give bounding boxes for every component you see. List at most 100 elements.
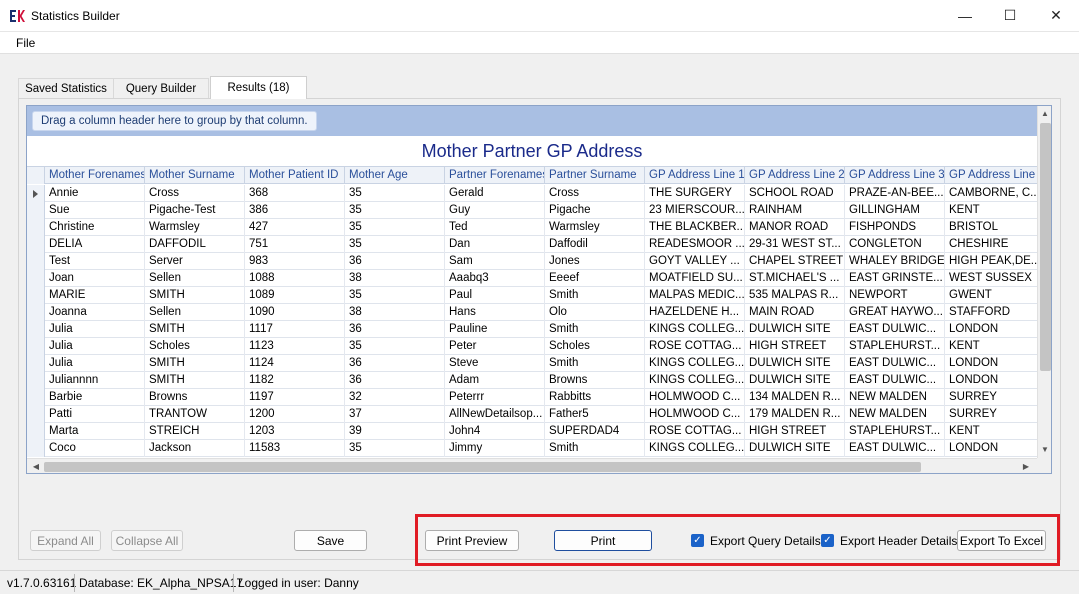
table-cell[interactable]: STAFFORD [945,304,1045,321]
table-cell[interactable]: 427 [245,219,345,236]
row-selector[interactable] [27,355,45,372]
column-header[interactable]: Mother Forenames [45,167,145,184]
table-cell[interactable]: RAINHAM [745,202,845,219]
column-header[interactable]: Partner Forenames [445,167,545,184]
table-cell[interactable]: 1200 [245,406,345,423]
row-selector[interactable] [27,304,45,321]
table-cell[interactable]: Sam [445,253,545,270]
table-cell[interactable]: 1090 [245,304,345,321]
table-cell[interactable]: HIGH STREET [745,423,845,440]
table-cell[interactable]: Pigache-Test [145,202,245,219]
table-cell[interactable]: 983 [245,253,345,270]
table-cell[interactable]: Aaabq3 [445,270,545,287]
horizontal-scroll-thumb[interactable] [44,462,921,472]
column-header[interactable]: Partner Surname [545,167,645,184]
table-cell[interactable]: LONDON [945,372,1045,389]
table-row[interactable]: Annie Cross 368 35 Gerald Cross THE SURGERY SCH… [27,185,1045,202]
table-cell[interactable]: EAST DULWIC... [845,321,945,338]
tab-saved-statistics[interactable]: Saved Statistics [18,78,114,98]
table-cell[interactable]: TRANTOW [145,406,245,423]
expand-all-button[interactable]: Expand All [30,530,101,551]
table-cell[interactable]: GREAT HAYWO... [845,304,945,321]
table-cell[interactable]: SURREY [945,406,1045,423]
table-cell[interactable]: Peter [445,338,545,355]
tab-results[interactable]: Results (18) [210,76,307,99]
table-cell[interactable]: WEST SUSSEX [945,270,1045,287]
table-cell[interactable]: KENT [945,338,1045,355]
group-by-panel[interactable]: Drag a column header here to group by th… [27,106,1037,136]
table-cell[interactable]: 39 [345,423,445,440]
table-cell[interactable]: ROSE COTTAG... [645,423,745,440]
table-cell[interactable]: GOYT VALLEY ... [645,253,745,270]
table-cell[interactable]: 36 [345,253,445,270]
table-cell[interactable]: 35 [345,219,445,236]
table-row[interactable]: Patti TRANTOW 1200 37 AllNewDetailsop... Fath… [27,406,1045,423]
table-row[interactable]: DELIA DAFFODIL 751 35 Dan Daffodil READESMOOR … [27,236,1045,253]
table-cell[interactable]: Sellen [145,304,245,321]
table-cell[interactable]: 36 [345,355,445,372]
table-row[interactable]: Test Server 983 36 Sam Jones GOYT VALLEY ... CH… [27,253,1045,270]
table-cell[interactable]: 35 [345,236,445,253]
table-cell[interactable]: 179 MALDEN R... [745,406,845,423]
table-cell[interactable]: 23 MIERSCOUR... [645,202,745,219]
table-cell[interactable]: Joan [45,270,145,287]
table-cell[interactable]: Julia [45,355,145,372]
table-cell[interactable]: Dan [445,236,545,253]
table-cell[interactable]: 751 [245,236,345,253]
table-row[interactable]: Juliannnn SMITH 1182 36 Adam Browns KINGS COLL… [27,372,1045,389]
table-cell[interactable]: WHALEY BRIDGE [845,253,945,270]
table-cell[interactable]: John4 [445,423,545,440]
table-cell[interactable]: 1203 [245,423,345,440]
table-cell[interactable]: 386 [245,202,345,219]
table-cell[interactable]: 368 [245,185,345,202]
column-header[interactable]: Mother Patient ID [245,167,345,184]
table-cell[interactable]: CHAPEL STREET [745,253,845,270]
table-row[interactable]: Julia SMITH 1117 36 Pauline Smith KINGS COLLEG… [27,321,1045,338]
table-cell[interactable]: Marta [45,423,145,440]
table-cell[interactable]: GILLINGHAM [845,202,945,219]
table-cell[interactable]: Guy [445,202,545,219]
table-cell[interactable]: Peterrr [445,389,545,406]
row-selector[interactable] [27,372,45,389]
table-cell[interactable]: 134 MALDEN R... [745,389,845,406]
horizontal-scrollbar[interactable]: ◀ ▶ [27,458,1037,473]
table-cell[interactable]: Sue [45,202,145,219]
table-row[interactable]: Barbie Browns 1197 32 Peterrr Rabbitts HOLMWOO… [27,389,1045,406]
table-cell[interactable]: 37 [345,406,445,423]
column-header[interactable]: GP Address Line 1 [645,167,745,184]
scroll-down-icon[interactable]: ▼ [1038,443,1051,457]
table-cell[interactable]: 35 [345,202,445,219]
table-row[interactable]: Coco Jackson 11583 35 Jimmy Smith KINGS COLLEG… [27,440,1045,457]
table-cell[interactable]: MOATFIELD SU... [645,270,745,287]
table-cell[interactable]: 35 [345,185,445,202]
table-cell[interactable]: Browns [145,389,245,406]
table-cell[interactable]: Barbie [45,389,145,406]
row-selector[interactable] [27,253,45,270]
table-cell[interactable]: Smith [545,321,645,338]
table-cell[interactable]: KINGS COLLEG... [645,372,745,389]
table-row[interactable]: Joan Sellen 1088 38 Aaabq3 Eeeef MOATFIELD SU.… [27,270,1045,287]
table-cell[interactable]: SCHOOL ROAD [745,185,845,202]
table-cell[interactable]: LONDON [945,321,1045,338]
row-selector[interactable] [27,236,45,253]
table-cell[interactable]: Coco [45,440,145,457]
collapse-all-button[interactable]: Collapse All [111,530,183,551]
table-cell[interactable]: Warmsley [545,219,645,236]
table-cell[interactable]: Smith [545,355,645,372]
table-cell[interactable]: Smith [545,287,645,304]
table-cell[interactable]: Olo [545,304,645,321]
table-cell[interactable]: MALPAS MEDIC... [645,287,745,304]
table-cell[interactable]: SMITH [145,355,245,372]
table-cell[interactable]: 1123 [245,338,345,355]
row-selector[interactable] [27,270,45,287]
table-cell[interactable]: EAST DULWIC... [845,440,945,457]
table-cell[interactable]: THE SURGERY [645,185,745,202]
table-cell[interactable]: CHESHIRE [945,236,1045,253]
table-row[interactable]: Sue Pigache-Test 386 35 Guy Pigache 23 MIERSCO… [27,202,1045,219]
table-cell[interactable]: 32 [345,389,445,406]
table-cell[interactable]: Jones [545,253,645,270]
close-button[interactable]: ✕ [1033,0,1079,31]
table-cell[interactable]: 1124 [245,355,345,372]
table-cell[interactable]: SMITH [145,372,245,389]
row-selector[interactable] [27,202,45,219]
